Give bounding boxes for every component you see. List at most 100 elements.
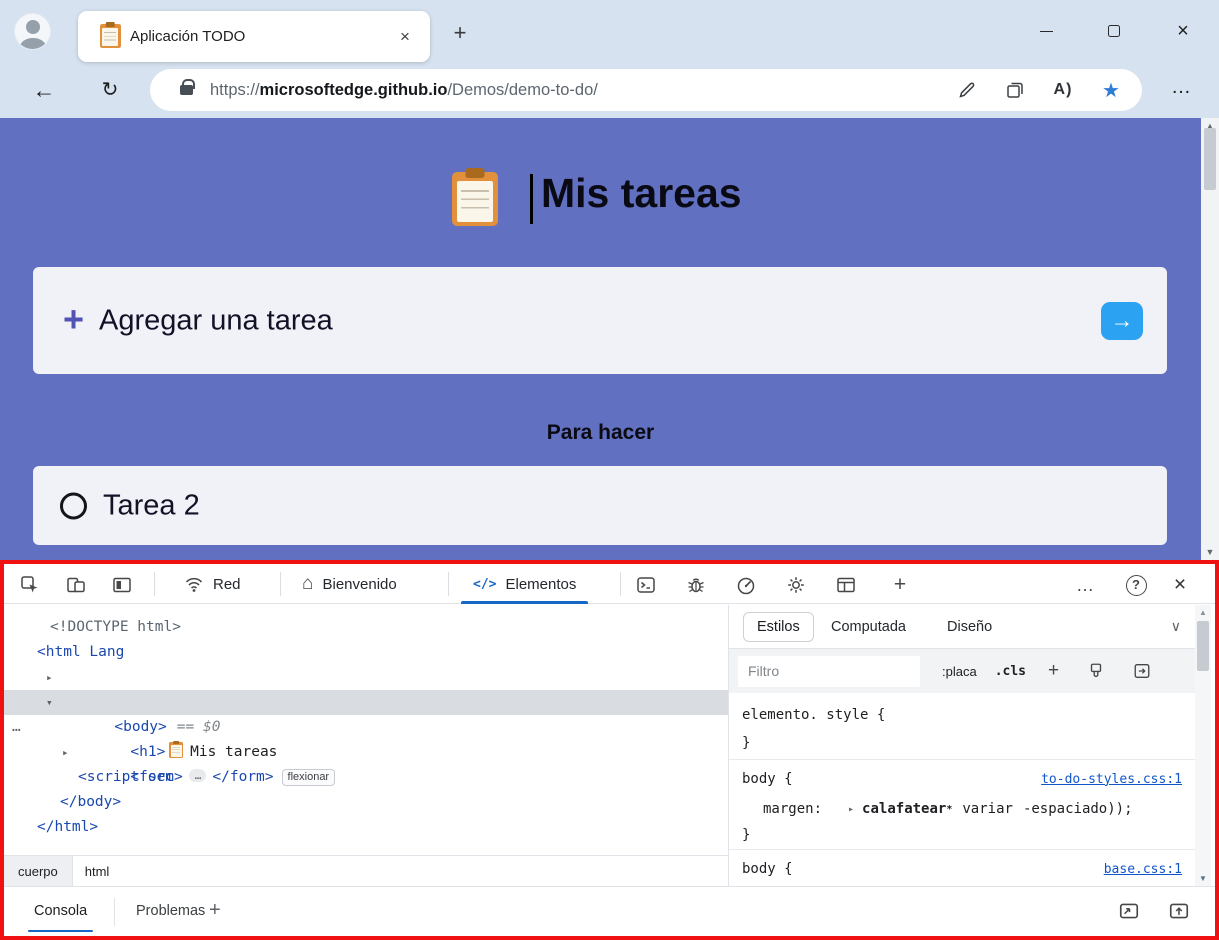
base-rule-header: body { base.css:1 bbox=[742, 861, 1182, 877]
address-bar[interactable]: https://microsoftedge.github.io/Demos/de… bbox=[150, 69, 1142, 111]
inline-style-selector[interactable]: elemento. style { bbox=[742, 707, 885, 723]
tab-elements[interactable]: </> Elementos bbox=[459, 564, 590, 604]
url-host: microsoftedge.github.io bbox=[260, 81, 448, 99]
dom-node-doctype[interactable]: <!DOCTYPE html> bbox=[4, 615, 728, 640]
styles-tabs: Estilos Computada Diseño ∨ bbox=[729, 605, 1195, 649]
window-maximize-button[interactable] bbox=[1099, 17, 1129, 45]
dom-node-html-close[interactable]: </html> bbox=[4, 815, 728, 840]
tab-problems[interactable]: Problemas bbox=[128, 887, 213, 936]
add-task-input[interactable]: + Agregar una tarea → bbox=[33, 267, 1167, 374]
dock-panel-icon[interactable] bbox=[110, 573, 134, 597]
element-states-icon[interactable] bbox=[1087, 662, 1105, 680]
dom-breadcrumb: cuerpo html bbox=[4, 855, 728, 886]
debugger-bug-icon[interactable] bbox=[684, 573, 708, 597]
page-scrollbar[interactable]: ▲ ▼ bbox=[1201, 118, 1219, 560]
tab-title: Aplicación TODO bbox=[130, 11, 245, 62]
scroll-down-icon[interactable]: ▼ bbox=[1201, 547, 1219, 557]
margin-property[interactable]: margen: ▸ calafatear * variar -espaciado… bbox=[763, 801, 1133, 817]
dom-node-h1[interactable]: <h1>Mis tareas bbox=[4, 715, 728, 740]
expand-icon[interactable]: ▸ bbox=[46, 665, 53, 690]
submit-task-button[interactable]: → bbox=[1101, 302, 1143, 340]
page-title: Mis tareas bbox=[541, 170, 742, 217]
dom-node-body-selected[interactable]: …▾<body>== $0 bbox=[4, 690, 728, 715]
profile-avatar[interactable] bbox=[14, 13, 51, 50]
dom-node-html-open[interactable]: <html Lang bbox=[4, 640, 728, 665]
performance-icon[interactable] bbox=[734, 573, 758, 597]
url-scheme: https:// bbox=[210, 81, 260, 99]
chevron-down-icon[interactable]: ∨ bbox=[1171, 605, 1181, 649]
new-tab-button[interactable]: + bbox=[446, 19, 474, 47]
tab-console[interactable]: Consola bbox=[26, 887, 95, 936]
task-label: Tarea 2 bbox=[103, 489, 200, 522]
expand-drawer-icon[interactable] bbox=[1168, 900, 1190, 922]
scroll-down-icon[interactable]: ▼ bbox=[1195, 874, 1211, 883]
rule-divider bbox=[729, 849, 1195, 850]
layout-panel-icon[interactable] bbox=[834, 573, 858, 597]
breadcrumb-html[interactable]: html bbox=[73, 856, 122, 886]
edit-pen-icon[interactable] bbox=[950, 80, 984, 100]
help-icon[interactable]: ? bbox=[1124, 573, 1148, 597]
scrollbar-thumb[interactable] bbox=[1204, 128, 1216, 190]
add-panel-icon[interactable]: + bbox=[888, 573, 912, 597]
window-minimize-button[interactable] bbox=[1031, 17, 1061, 45]
new-style-rule-icon[interactable]: + bbox=[1048, 661, 1059, 681]
tab-network[interactable]: Red bbox=[176, 564, 249, 604]
avatar-person-icon bbox=[20, 38, 46, 50]
task-row[interactable]: Tarea 2 bbox=[33, 466, 1167, 545]
console-icon[interactable] bbox=[634, 573, 658, 597]
browser-chrome: Aplicación TODO × + × ← ↻ https://micros… bbox=[0, 0, 1219, 118]
scroll-up-icon[interactable]: ▲ bbox=[1195, 608, 1211, 617]
toolbar-divider bbox=[620, 572, 621, 596]
device-emulation-icon[interactable] bbox=[64, 573, 88, 597]
dom-node-body-close[interactable]: </body> bbox=[4, 790, 728, 815]
rule-divider bbox=[729, 759, 1195, 760]
breadcrumb-body[interactable]: cuerpo bbox=[4, 856, 73, 886]
toolbar-divider bbox=[280, 572, 281, 596]
browser-menu-icon[interactable]: … bbox=[1162, 74, 1202, 106]
tab-welcome[interactable]: ⌂ Bienvenido bbox=[294, 564, 405, 604]
devtools-panel: Red ⌂ Bienvenido </> Elementos + … bbox=[0, 560, 1219, 940]
read-aloud-icon[interactable]: A) bbox=[1046, 81, 1080, 99]
expand-icon[interactable]: ▸ bbox=[62, 740, 69, 765]
stylesheet-link[interactable]: to-do-styles.css:1 bbox=[1041, 772, 1182, 787]
browser-tab[interactable]: Aplicación TODO × bbox=[78, 11, 430, 62]
minimize-icon bbox=[1040, 31, 1053, 32]
styles-panel: Estilos Computada Diseño ∨ :placa .cls +… bbox=[728, 605, 1195, 886]
toolbar-divider bbox=[154, 572, 155, 596]
stylesheet-link[interactable]: base.css:1 bbox=[1104, 862, 1182, 877]
devtools-menu-icon[interactable]: … bbox=[1074, 573, 1098, 597]
open-styles-sidebar-icon[interactable] bbox=[1133, 662, 1151, 680]
devtools-close-icon[interactable]: × bbox=[1168, 573, 1192, 597]
scrollbar-thumb[interactable] bbox=[1197, 621, 1209, 671]
class-toggle[interactable]: .cls bbox=[995, 664, 1026, 679]
open-in-new-panel-icon[interactable] bbox=[1118, 900, 1140, 922]
dom-node-form[interactable]: ▸<form>…</form>flexionar bbox=[4, 740, 728, 765]
settings-gear-icon[interactable] bbox=[784, 573, 808, 597]
tab-computed[interactable]: Computada bbox=[831, 605, 906, 649]
tab-layout[interactable]: Diseño bbox=[947, 605, 992, 649]
tab-styles[interactable]: Estilos bbox=[743, 612, 814, 642]
favorite-star-icon[interactable]: ★ bbox=[1094, 78, 1128, 103]
collapse-icon[interactable]: ▾ bbox=[46, 690, 53, 715]
pseudo-state-toggle[interactable]: :placa bbox=[942, 664, 977, 679]
home-icon: ⌂ bbox=[302, 573, 313, 595]
styles-scrollbar[interactable]: ▲ ▼ bbox=[1195, 605, 1211, 886]
screen: { "browser": { "tab_title": "Aplicación … bbox=[0, 0, 1219, 940]
dom-node-head[interactable]: ▸<head>…</head> bbox=[4, 665, 728, 690]
add-drawer-tab-icon[interactable]: + bbox=[209, 887, 221, 936]
inspect-element-icon[interactable] bbox=[18, 573, 42, 597]
text-caret bbox=[530, 174, 533, 224]
lock-icon[interactable] bbox=[180, 85, 193, 95]
tab-close-icon[interactable]: × bbox=[392, 24, 418, 50]
back-button[interactable]: ← bbox=[28, 74, 60, 106]
base-rule-selector[interactable]: body { bbox=[742, 861, 793, 877]
task-checkbox[interactable] bbox=[60, 492, 87, 519]
value-expand-icon[interactable]: ▸ bbox=[848, 804, 854, 815]
body-rule-selector[interactable]: body { bbox=[742, 771, 793, 787]
window-close-button[interactable]: × bbox=[1168, 17, 1198, 45]
collections-icon[interactable] bbox=[998, 80, 1032, 100]
avatar-person-icon bbox=[26, 20, 40, 34]
refresh-button[interactable]: ↻ bbox=[94, 74, 126, 106]
styles-filter-input[interactable] bbox=[738, 656, 920, 687]
dom-node-script[interactable]: <script sec bbox=[4, 765, 728, 790]
